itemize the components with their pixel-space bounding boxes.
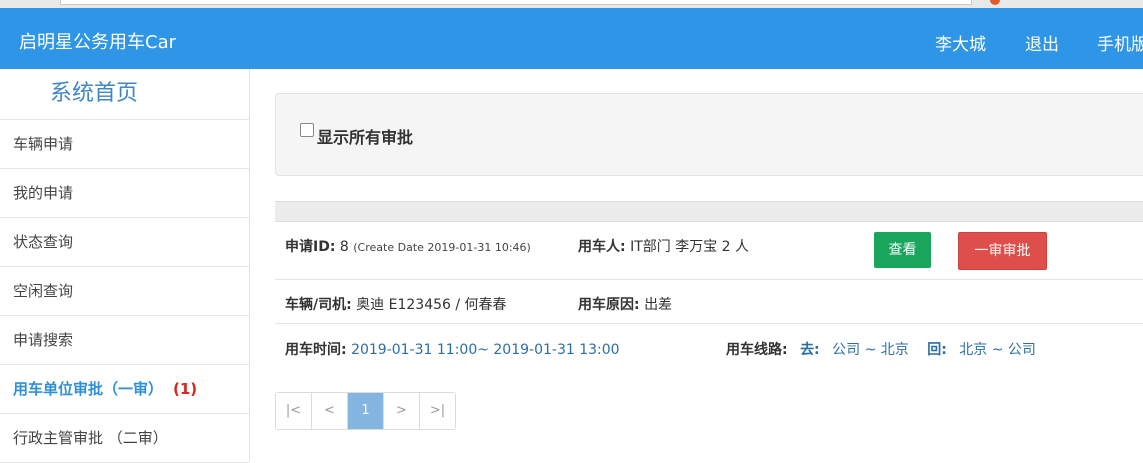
sidebar-item-label: 车辆申请: [13, 135, 74, 153]
reason-label: 用车原因:: [578, 297, 640, 313]
last-page-button[interactable]: >|: [420, 393, 455, 429]
create-date: (Create Date 2019-01-31 10:46): [353, 241, 531, 254]
vehicle-user-label: 用车人:: [578, 239, 626, 255]
show-all-checkbox[interactable]: [300, 123, 314, 137]
vehicle-user-value: IT部门 李万宝 2 人: [630, 239, 750, 255]
view-button[interactable]: 查看: [874, 232, 931, 268]
filter-panel: 显示所有审批: [275, 93, 1143, 176]
vehicle-driver-value: 奥迪 E123456 / 何春春: [356, 297, 507, 313]
sidebar-item-label: 申请搜索: [13, 331, 74, 349]
row-divider: [275, 323, 1143, 324]
mobile-version-link[interactable]: 手机版: [1097, 30, 1143, 55]
row-divider: [275, 279, 1143, 280]
reason-value: 出差: [644, 297, 673, 313]
return-route-value: 北京 ~ 公司: [959, 342, 1036, 358]
pagination: |< < 1 > >|: [275, 392, 456, 430]
route-label: 用车线路:: [726, 342, 788, 358]
extension-icon[interactable]: [990, 0, 1000, 5]
request-id-label: 申请ID:: [285, 239, 336, 255]
sidebar-item-free-query[interactable]: 空闲查询: [0, 267, 249, 316]
usage-time-field: 用车时间: 2019-01-31 11:00~ 2019-01-31 13:00: [285, 339, 620, 359]
sidebar-item-admin-approval[interactable]: 行政主管审批 （二审）: [0, 414, 249, 463]
sidebar: 系统首页 车辆申请 我的申请 状态查询 空闲查询 申请搜索 用车单位审批（一审）…: [0, 69, 250, 463]
sidebar-item-label: 用车单位审批（一审）: [13, 380, 164, 398]
go-route-value: 公司 ~ 北京: [832, 342, 909, 358]
logout-link[interactable]: 退出: [1025, 30, 1059, 55]
sidebar-item-label: 行政主管审批 （二审）: [13, 429, 168, 447]
sidebar-item-status-query[interactable]: 状态查询: [0, 218, 249, 267]
return-label: 回:: [927, 342, 947, 358]
usage-time-value: 2019-01-31 11:00~ 2019-01-31 13:00: [351, 342, 620, 358]
vehicle-driver-label: 车辆/司机:: [285, 297, 352, 313]
prev-page-button[interactable]: <: [312, 393, 348, 429]
show-all-label[interactable]: 显示所有审批: [317, 124, 413, 148]
vehicle-user-field: 用车人: IT部门 李万宝 2 人: [578, 236, 749, 256]
sidebar-item-label: 我的申请: [13, 184, 74, 202]
sidebar-item-vehicle-apply[interactable]: 车辆申请: [0, 120, 249, 169]
first-approval-button[interactable]: 一审审批: [958, 232, 1047, 270]
sidebar-item-application-search[interactable]: 申请搜索: [0, 316, 249, 365]
address-bar[interactable]: [60, 0, 972, 5]
sidebar-item-my-applications[interactable]: 我的申请: [0, 169, 249, 218]
sidebar-item-unit-approval[interactable]: 用车单位审批（一审） (1): [0, 365, 249, 414]
reason-field: 用车原因: 出差: [578, 294, 672, 314]
user-name-link[interactable]: 李大城: [935, 30, 986, 55]
route-field: 用车线路: 去: 公司 ~ 北京 回: 北京 ~ 公司: [726, 339, 1036, 359]
next-page-button[interactable]: >: [384, 393, 420, 429]
first-page-button[interactable]: |<: [276, 393, 312, 429]
pending-count-badge: (1): [173, 380, 198, 398]
vehicle-driver-field: 车辆/司机: 奥迪 E123456 / 何春春: [285, 294, 507, 314]
sidebar-title-home[interactable]: 系统首页: [0, 69, 249, 120]
table-header: [275, 201, 1143, 222]
sidebar-item-label: 状态查询: [13, 233, 74, 251]
go-label: 去:: [800, 342, 820, 358]
request-id-field: 申请ID: 8 (Create Date 2019-01-31 10:46): [285, 236, 531, 256]
usage-time-label: 用车时间:: [285, 342, 347, 358]
request-id-value: 8: [339, 239, 349, 255]
current-page-button[interactable]: 1: [348, 393, 384, 429]
sidebar-item-label: 空闲查询: [13, 282, 74, 300]
brand-title[interactable]: 启明星公务用车Car: [19, 28, 176, 54]
top-navbar: 启明星公务用车Car 李大城 退出 手机版: [0, 8, 1143, 69]
